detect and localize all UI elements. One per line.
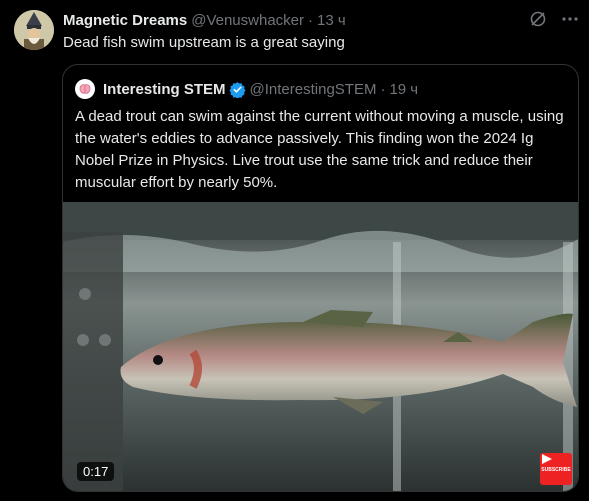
author-avatar[interactable]	[14, 10, 54, 50]
video-player[interactable]: 0:17 SUBSCRIBE	[63, 202, 578, 491]
tweet-timestamp[interactable]: 13 ч	[317, 12, 346, 29]
grok-icon[interactable]	[529, 10, 547, 28]
quoted-tweet[interactable]: Interesting STEM @InterestingSTEM · 19 ч…	[62, 64, 579, 492]
tweet-text: Dead fish swim upstream is a great sayin…	[63, 34, 345, 51]
tweet[interactable]: Magnetic Dreams @Venuswhacker · 13 ч Dea…	[0, 0, 589, 501]
tweet-header: Magnetic Dreams @Venuswhacker · 13 ч	[63, 10, 589, 30]
quoted-separator-dot: ·	[380, 80, 386, 98]
quoted-text: A dead trout can swim against the curren…	[75, 108, 564, 191]
video-thumbnail	[63, 202, 578, 491]
quoted-timestamp[interactable]: 19 ч	[389, 81, 418, 98]
quoted-author-name[interactable]: Interesting STEM	[103, 81, 226, 98]
subscribe-label: SUBSCRIBE	[541, 466, 571, 473]
quoted-avatar[interactable]	[75, 79, 95, 99]
subscribe-badge: SUBSCRIBE	[540, 453, 572, 485]
verified-badge-icon	[228, 81, 246, 98]
more-icon[interactable]	[561, 10, 579, 28]
play-icon	[542, 454, 552, 464]
separator-dot: ·	[308, 11, 314, 29]
quoted-header: Interesting STEM @InterestingSTEM · 19 ч	[75, 79, 418, 99]
author-name[interactable]: Magnetic Dreams	[63, 12, 187, 29]
author-handle[interactable]: @Venuswhacker	[191, 12, 304, 29]
video-duration: 0:17	[77, 462, 115, 481]
quoted-author-handle[interactable]: @InterestingSTEM	[250, 81, 377, 98]
